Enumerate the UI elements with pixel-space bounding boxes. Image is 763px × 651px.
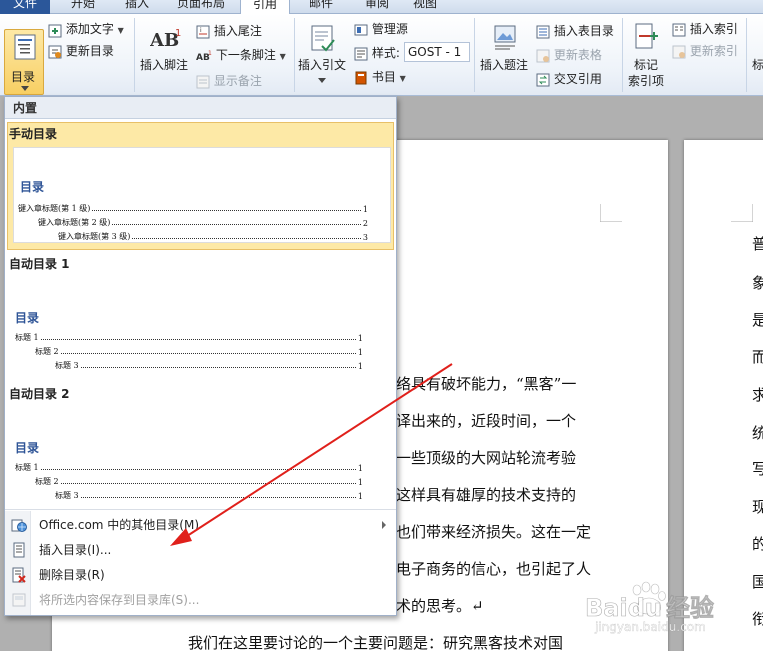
baidu-watermark: Baidu 经验 jingyan.baidu.com bbox=[585, 580, 760, 646]
watermark-url: jingyan.baidu.com bbox=[595, 620, 706, 634]
annotation-arrow-icon bbox=[170, 363, 453, 546]
watermark-brand: Baidu 经验 bbox=[585, 594, 715, 623]
